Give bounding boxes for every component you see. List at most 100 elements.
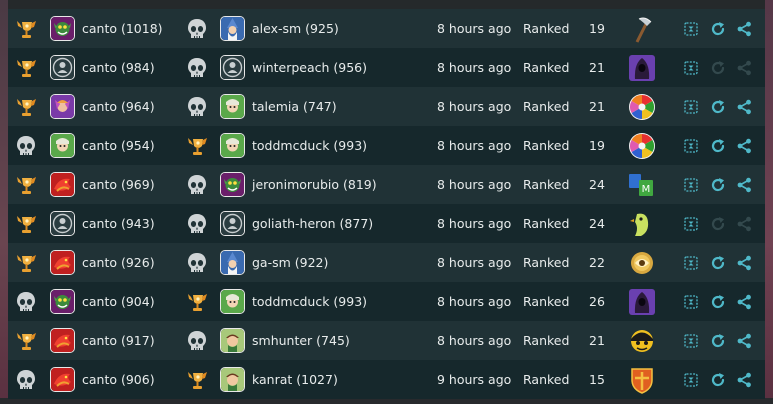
game-time: 8 hours ago	[437, 294, 512, 309]
yellow-face-icon[interactable]	[628, 321, 656, 360]
share-icon[interactable]	[736, 360, 752, 399]
player1-name[interactable]: canto (969)	[82, 165, 155, 204]
player2-avatar[interactable]	[219, 321, 245, 360]
trophy-icon	[186, 360, 208, 399]
trivia-wheel-icon[interactable]	[628, 87, 656, 126]
turn-count: 19	[589, 138, 605, 153]
player2-name[interactable]: alex-sm (925)	[252, 9, 339, 48]
player2-name[interactable]: jeronimorubio (819)	[252, 165, 377, 204]
table-row[interactable]: canto (917) smhunter (745) 8 hours ago R…	[8, 321, 765, 360]
replay-hourglass-icon[interactable]	[684, 282, 698, 321]
replay-hourglass-icon[interactable]	[684, 360, 698, 399]
replay-hourglass-icon[interactable]	[684, 204, 698, 243]
replay-hourglass-icon[interactable]	[684, 87, 698, 126]
rematch-refresh-icon[interactable]	[710, 321, 726, 360]
player2-name[interactable]: goliath-heron (877)	[252, 204, 373, 243]
rematch-refresh-icon[interactable]	[710, 9, 726, 48]
eye-icon[interactable]	[628, 243, 656, 282]
table-row[interactable]: canto (1018) alex-sm (925) 8 hours ago R…	[8, 9, 765, 48]
share-icon[interactable]	[736, 87, 752, 126]
player1-name[interactable]: canto (984)	[82, 48, 155, 87]
player2-avatar[interactable]	[219, 204, 245, 243]
game-type: Ranked	[523, 216, 570, 231]
hooded-figure-icon[interactable]	[628, 282, 656, 321]
player1-avatar[interactable]	[49, 48, 75, 87]
share-icon[interactable]	[736, 243, 752, 282]
player1-name[interactable]: canto (954)	[82, 126, 155, 165]
rematch-refresh-icon[interactable]	[710, 48, 726, 87]
player2-avatar[interactable]	[219, 87, 245, 126]
replay-hourglass-icon[interactable]	[684, 9, 698, 48]
player1-avatar[interactable]	[49, 204, 75, 243]
replay-hourglass-icon[interactable]	[684, 243, 698, 282]
share-icon[interactable]	[736, 282, 752, 321]
replay-hourglass-icon[interactable]	[684, 165, 698, 204]
table-row[interactable]: canto (906) kanrat (1027) 9 hours ago Ra…	[8, 360, 765, 399]
player2-name[interactable]: kanrat (1027)	[252, 360, 338, 399]
share-icon[interactable]	[736, 165, 752, 204]
rematch-refresh-icon[interactable]	[710, 204, 726, 243]
table-row[interactable]: canto (943) goliath-heron (877) 8 hours …	[8, 204, 765, 243]
table-row[interactable]: canto (964) talemia (747) 8 hours ago Ra…	[8, 87, 765, 126]
player1-avatar[interactable]	[49, 126, 75, 165]
hooded-figure-icon[interactable]	[628, 48, 656, 87]
trivia-wheel-icon[interactable]	[628, 126, 656, 165]
player2-name[interactable]: talemia (747)	[252, 87, 337, 126]
rematch-refresh-icon[interactable]	[710, 360, 726, 399]
trophy-icon	[15, 204, 37, 243]
rematch-refresh-icon[interactable]	[710, 126, 726, 165]
letter-tiles-icon[interactable]: M	[628, 165, 656, 204]
trophy-icon	[15, 321, 37, 360]
table-row[interactable]: canto (926) ga-sm (922) 8 hours ago Rank…	[8, 243, 765, 282]
replay-hourglass-icon[interactable]	[684, 48, 698, 87]
player1-avatar[interactable]	[49, 321, 75, 360]
player2-name[interactable]: smhunter (745)	[252, 321, 350, 360]
share-icon[interactable]	[736, 321, 752, 360]
player1-name[interactable]: canto (943)	[82, 204, 155, 243]
player2-name[interactable]: winterpeach (956)	[252, 48, 367, 87]
player2-avatar[interactable]	[219, 165, 245, 204]
player1-avatar[interactable]	[49, 165, 75, 204]
player2-name[interactable]: toddmcduck (993)	[252, 126, 367, 165]
player1-name[interactable]: canto (1018)	[82, 9, 163, 48]
bird-icon[interactable]	[628, 204, 656, 243]
player1-name[interactable]: canto (906)	[82, 360, 155, 399]
rematch-refresh-icon[interactable]	[710, 243, 726, 282]
player2-avatar[interactable]	[219, 48, 245, 87]
player1-name[interactable]: canto (926)	[82, 243, 155, 282]
table-row[interactable]: canto (954) toddmcduck (993) 8 hours ago…	[8, 126, 765, 165]
table-row[interactable]: canto (984) winterpeach (956) 8 hours ag…	[8, 48, 765, 87]
table-row[interactable]: canto (904) toddmcduck (993) 8 hours ago…	[8, 282, 765, 321]
player2-avatar[interactable]	[219, 126, 245, 165]
player2-avatar[interactable]	[219, 360, 245, 399]
top-edge	[0, 0, 773, 9]
player2-avatar[interactable]	[219, 9, 245, 48]
player1-avatar[interactable]	[49, 9, 75, 48]
player2-name[interactable]: toddmcduck (993)	[252, 282, 367, 321]
player2-avatar[interactable]	[219, 282, 245, 321]
replay-hourglass-icon[interactable]	[684, 321, 698, 360]
player1-avatar[interactable]	[49, 87, 75, 126]
rematch-refresh-icon[interactable]	[710, 165, 726, 204]
player1-name[interactable]: canto (917)	[82, 321, 155, 360]
rematch-refresh-icon[interactable]	[710, 282, 726, 321]
share-icon[interactable]	[736, 126, 752, 165]
player1-name[interactable]: canto (964)	[82, 87, 155, 126]
player2-avatar[interactable]	[219, 243, 245, 282]
table-row[interactable]: canto (969) jeronimorubio (819) 8 hours …	[8, 165, 765, 204]
player1-avatar[interactable]	[49, 282, 75, 321]
skull-icon	[15, 126, 37, 165]
player1-avatar[interactable]	[49, 360, 75, 399]
shield-icon[interactable]	[628, 360, 656, 399]
player2-name[interactable]: ga-sm (922)	[252, 243, 328, 282]
share-icon[interactable]	[736, 9, 752, 48]
default-avatar	[49, 55, 75, 80]
share-icon[interactable]	[736, 204, 752, 243]
replay-hourglass-icon[interactable]	[684, 126, 698, 165]
axe-icon[interactable]	[628, 9, 656, 48]
hunter-avatar	[219, 367, 245, 392]
rematch-refresh-icon[interactable]	[710, 87, 726, 126]
share-icon[interactable]	[736, 48, 752, 87]
player1-name[interactable]: canto (904)	[82, 282, 155, 321]
player1-avatar[interactable]	[49, 243, 75, 282]
